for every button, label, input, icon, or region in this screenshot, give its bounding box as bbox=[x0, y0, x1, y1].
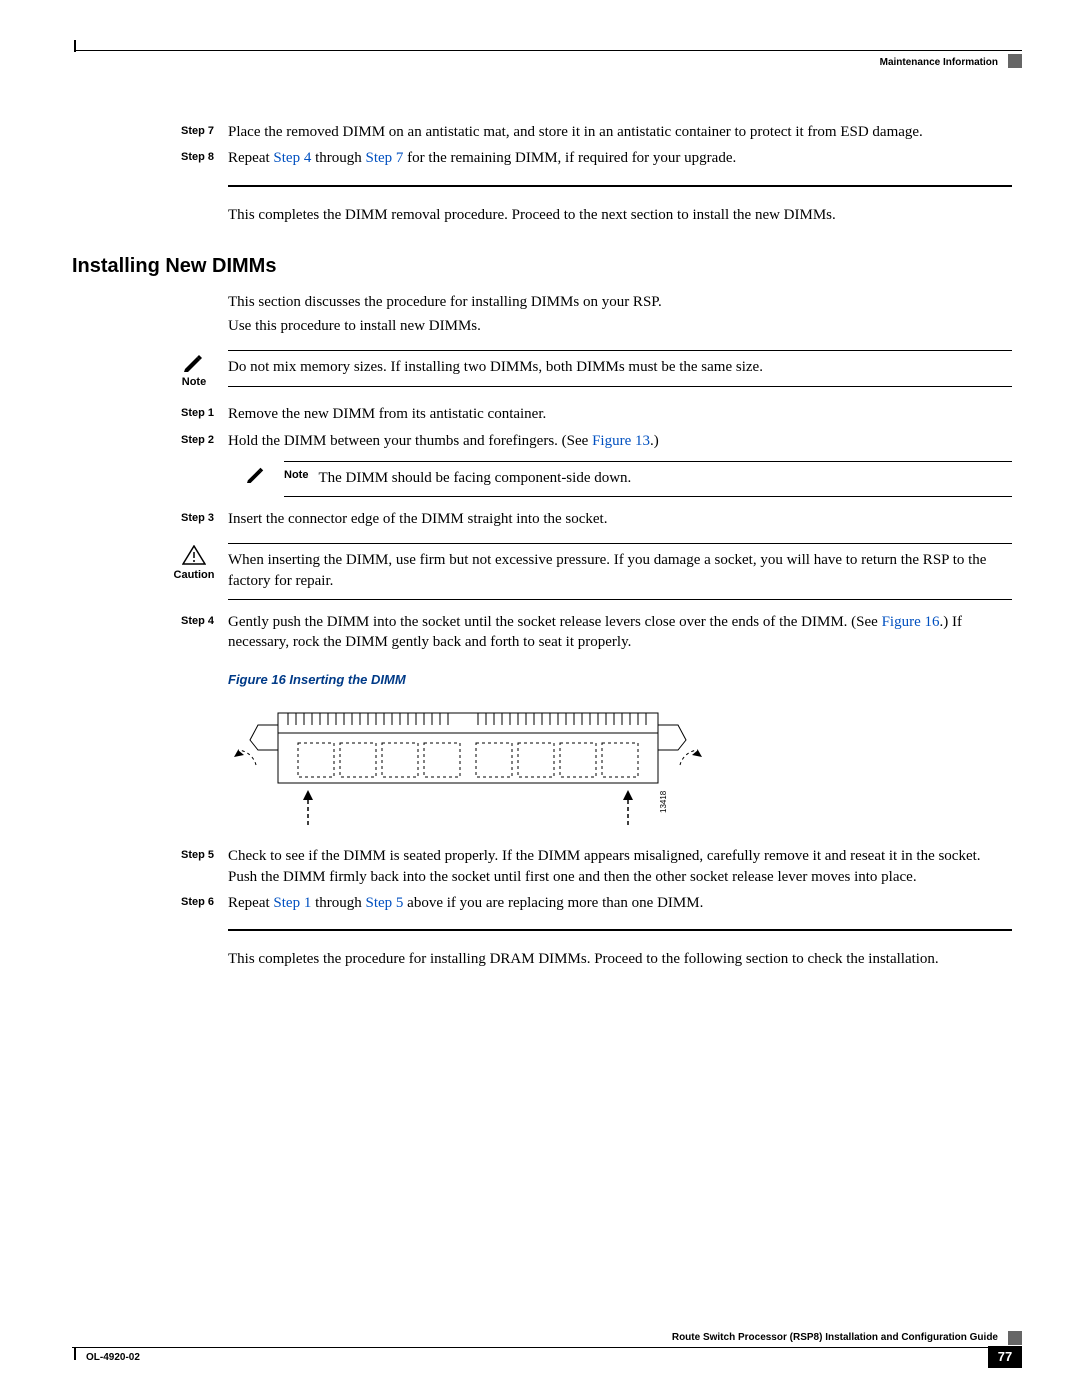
note-rule-bottom bbox=[228, 386, 1012, 387]
figure-dimm-illustration: 13418 bbox=[228, 695, 1012, 840]
step-label: Step 8 bbox=[160, 148, 228, 168]
text: through bbox=[311, 895, 365, 911]
install-step-3: Step 3 Insert the connector edge of the … bbox=[160, 509, 1012, 529]
footer-doc-number: OL-4920-02 bbox=[86, 1352, 140, 1363]
step-text: Gently push the DIMM into the socket unt… bbox=[228, 612, 1012, 653]
link-figure-13[interactable]: Figure 13 bbox=[592, 433, 650, 449]
link-step-7[interactable]: Step 7 bbox=[366, 150, 404, 166]
note-callout: Note Do not mix memory sizes. If install… bbox=[160, 350, 1012, 388]
removal-step-7: Step 7 Place the removed DIMM on an anti… bbox=[160, 122, 1012, 142]
install-step-1: Step 1 Remove the new DIMM from its anti… bbox=[160, 404, 1012, 424]
step-text: Place the removed DIMM on an antistatic … bbox=[228, 122, 1012, 142]
caution-label: Caution bbox=[160, 569, 228, 581]
footer-page-number: 77 bbox=[988, 1346, 1022, 1368]
text: above if you are replacing more than one… bbox=[403, 895, 703, 911]
inline-note: Note The DIMM should be facing component… bbox=[228, 461, 1012, 497]
install-closing: This completes the procedure for install… bbox=[228, 949, 1012, 969]
link-figure-16[interactable]: Figure 16 bbox=[882, 614, 940, 630]
footer-square-icon bbox=[1008, 1331, 1022, 1345]
intro-text-1: This section discusses the procedure for… bbox=[228, 292, 1012, 312]
removal-closing: This completes the DIMM removal procedur… bbox=[228, 205, 1012, 225]
step-text: Hold the DIMM between your thumbs and fo… bbox=[228, 431, 1012, 498]
section-rule bbox=[228, 185, 1012, 187]
pencil-icon bbox=[160, 350, 228, 372]
page-footer: Route Switch Processor (RSP8) Installati… bbox=[72, 1327, 1022, 1372]
caution-callout: Caution When inserting the DIMM, use fir… bbox=[160, 543, 1012, 600]
text: for the remaining DIMM, if required for … bbox=[403, 150, 736, 166]
step-label: Step 3 bbox=[160, 509, 228, 529]
pencil-icon bbox=[228, 461, 284, 483]
step-label: Step 7 bbox=[160, 122, 228, 142]
note-label: Note bbox=[160, 376, 228, 388]
install-step-2: Step 2 Hold the DIMM between your thumbs… bbox=[160, 431, 1012, 498]
text: Repeat bbox=[228, 895, 273, 911]
footer-tick bbox=[74, 1348, 76, 1360]
step-label: Step 6 bbox=[160, 893, 228, 913]
note-rule-bottom bbox=[284, 496, 1012, 497]
text: Repeat bbox=[228, 150, 273, 166]
warning-triangle-icon bbox=[160, 543, 228, 565]
note-label: Note bbox=[284, 468, 308, 483]
text: through bbox=[311, 150, 365, 166]
link-step-5[interactable]: Step 5 bbox=[366, 895, 404, 911]
install-step-6: Step 6 Repeat Step 1 through Step 5 abov… bbox=[160, 893, 1012, 913]
text: Hold the DIMM between your thumbs and fo… bbox=[228, 433, 592, 449]
step-label: Step 5 bbox=[160, 846, 228, 887]
step-label: Step 2 bbox=[160, 431, 228, 498]
header-square-icon bbox=[1008, 54, 1022, 68]
step-text: Insert the connector edge of the DIMM st… bbox=[228, 509, 1012, 529]
step-text: Check to see if the DIMM is seated prope… bbox=[228, 846, 1012, 887]
header-section-text: Maintenance Information bbox=[880, 57, 998, 68]
footer-doc-title: Route Switch Processor (RSP8) Installati… bbox=[672, 1332, 998, 1343]
step-text: Repeat Step 1 through Step 5 above if yo… bbox=[228, 893, 1012, 913]
step-label: Step 4 bbox=[160, 612, 228, 653]
note-text: Do not mix memory sizes. If installing t… bbox=[228, 351, 1012, 385]
link-step-4[interactable]: Step 4 bbox=[273, 150, 311, 166]
step-text: Repeat Step 4 through Step 7 for the rem… bbox=[228, 148, 1012, 168]
removal-step-8: Step 8 Repeat Step 4 through Step 7 for … bbox=[160, 148, 1012, 168]
figure-caption: Figure 16 Inserting the DIMM bbox=[228, 672, 1012, 687]
page-header: Maintenance Information bbox=[72, 40, 1022, 62]
caution-rule-bottom bbox=[228, 599, 1012, 600]
intro-text-2: Use this procedure to install new DIMMs. bbox=[228, 316, 1012, 336]
text: .) bbox=[650, 433, 659, 449]
step-text: Remove the new DIMM from its antistatic … bbox=[228, 404, 1012, 424]
install-step-4: Step 4 Gently push the DIMM into the soc… bbox=[160, 612, 1012, 653]
text: Gently push the DIMM into the socket unt… bbox=[228, 614, 882, 630]
header-rule bbox=[74, 50, 1022, 51]
note-row: Note The DIMM should be facing component… bbox=[284, 462, 1012, 496]
section-rule bbox=[228, 929, 1012, 931]
section-heading-installing-dimms: Installing New DIMMs bbox=[72, 255, 1012, 278]
install-step-5: Step 5 Check to see if the DIMM is seate… bbox=[160, 846, 1012, 887]
link-step-1[interactable]: Step 1 bbox=[273, 895, 311, 911]
caution-text: When inserting the DIMM, use firm but no… bbox=[228, 544, 1012, 599]
note-text: The DIMM should be facing component-side… bbox=[318, 470, 631, 486]
step-label: Step 1 bbox=[160, 404, 228, 424]
figure-id: 13418 bbox=[659, 790, 668, 813]
